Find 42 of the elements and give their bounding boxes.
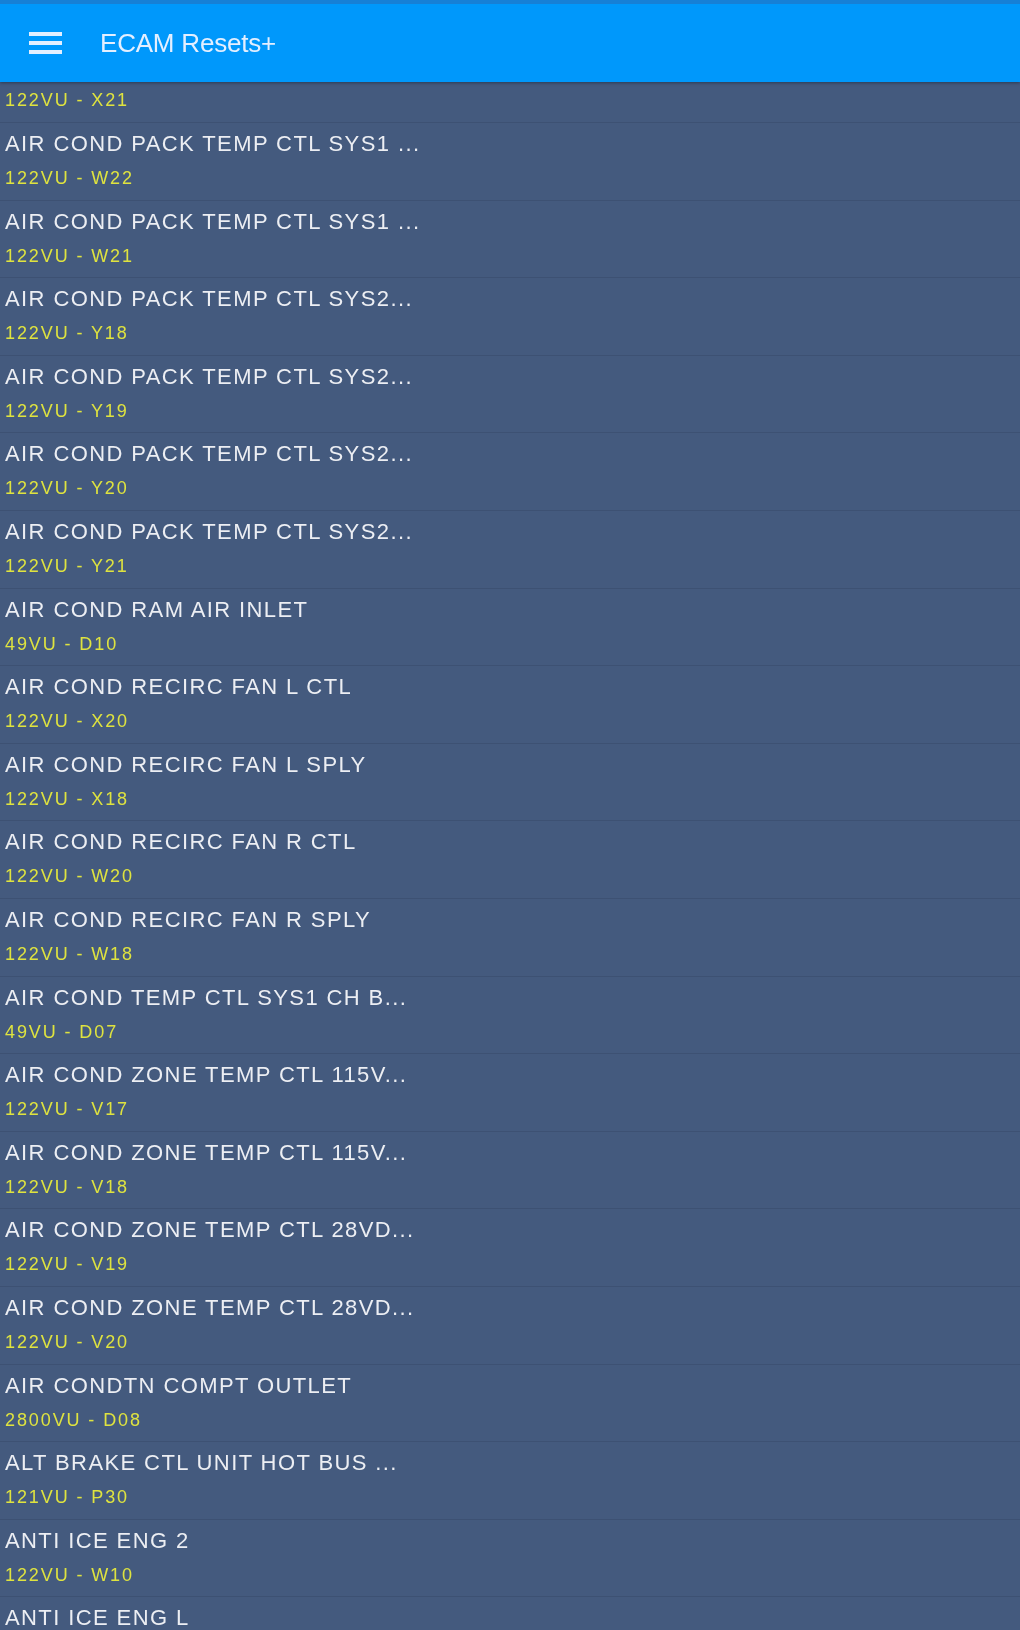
panel-code: 49VU - D07	[5, 1020, 119, 1043]
panel-code: 122VU - X18	[5, 787, 129, 810]
reset-title: AIR COND PACK TEMP CTL SYS2...	[5, 444, 413, 465]
reset-title: AIR COND RECIRC FAN L SPLY	[5, 754, 367, 775]
reset-title: AIR COND RECIRC FAN R SPLY	[5, 909, 372, 930]
panel-code: 122VU - V17	[5, 1098, 129, 1121]
reset-title: ANTI ICE ENG L	[5, 1608, 190, 1629]
reset-title: AIR COND PACK TEMP CTL SYS2...	[5, 521, 413, 542]
reset-title: AIR COND RECIRC FAN L CTL	[5, 677, 353, 698]
panel-code: 122VU - W20	[5, 865, 134, 888]
reset-title: AIR COND PACK TEMP CTL SYS1 ...	[5, 134, 421, 154]
reset-title: AIR COND RECIRC FAN R CTL	[5, 832, 357, 853]
reset-title: AIR COND PACK TEMP CTL SYS2...	[5, 366, 413, 387]
panel-code: 122VU - V20	[5, 1330, 129, 1353]
reset-title: AIR COND PACK TEMP CTL SYS2...	[5, 289, 413, 310]
reset-title: AIR COND ZONE TEMP CTL 115V...	[5, 1065, 408, 1086]
panel-code: 122VU - X20	[5, 710, 129, 733]
reset-title: AIR COND ZONE TEMP CTL 115V...	[5, 1142, 408, 1163]
panel-code: 122VU - W22	[5, 167, 134, 189]
panel-code: 122VU - W10	[5, 1563, 134, 1586]
menu-icon[interactable]	[29, 32, 62, 54]
panel-code: 122VU - Y19	[5, 399, 129, 422]
reset-title: ALT BRAKE CTL UNIT HOT BUS ...	[5, 1453, 398, 1474]
reset-title: AIR COND TEMP CTL SYS1 CH B...	[5, 987, 408, 1008]
panel-code: 49VU - D10	[5, 632, 119, 655]
app-title: ECAM Resets+	[100, 27, 277, 59]
panel-code: 122VU - X21	[5, 89, 129, 111]
panel-code: 122VU - W18	[5, 942, 134, 965]
panel-code: 2800VU - D08	[5, 1408, 142, 1431]
reset-title: AIR COND PACK TEMP CTL SYS1 ...	[5, 211, 421, 232]
panel-code: 122VU - V19	[5, 1253, 129, 1276]
panel-code: 122VU - Y21	[5, 554, 129, 577]
panel-code: 121VU - P30	[5, 1486, 129, 1509]
panel-code: 122VU - Y18	[5, 322, 129, 345]
panel-code: 122VU - W21	[5, 244, 134, 267]
reset-title: ANTI ICE ENG 2	[5, 1530, 190, 1551]
reset-title: AIR COND RAM AIR INLET	[5, 599, 309, 620]
reset-title: AIR COND ZONE TEMP CTL 28VD...	[5, 1220, 415, 1241]
reset-title: AIR CONDTN COMPT OUTLET	[5, 1375, 353, 1396]
panel-code: 122VU - V18	[5, 1175, 129, 1198]
panel-code: 122VU - Y20	[5, 477, 129, 500]
reset-title: AIR COND ZONE TEMP CTL 28VD...	[5, 1297, 415, 1318]
